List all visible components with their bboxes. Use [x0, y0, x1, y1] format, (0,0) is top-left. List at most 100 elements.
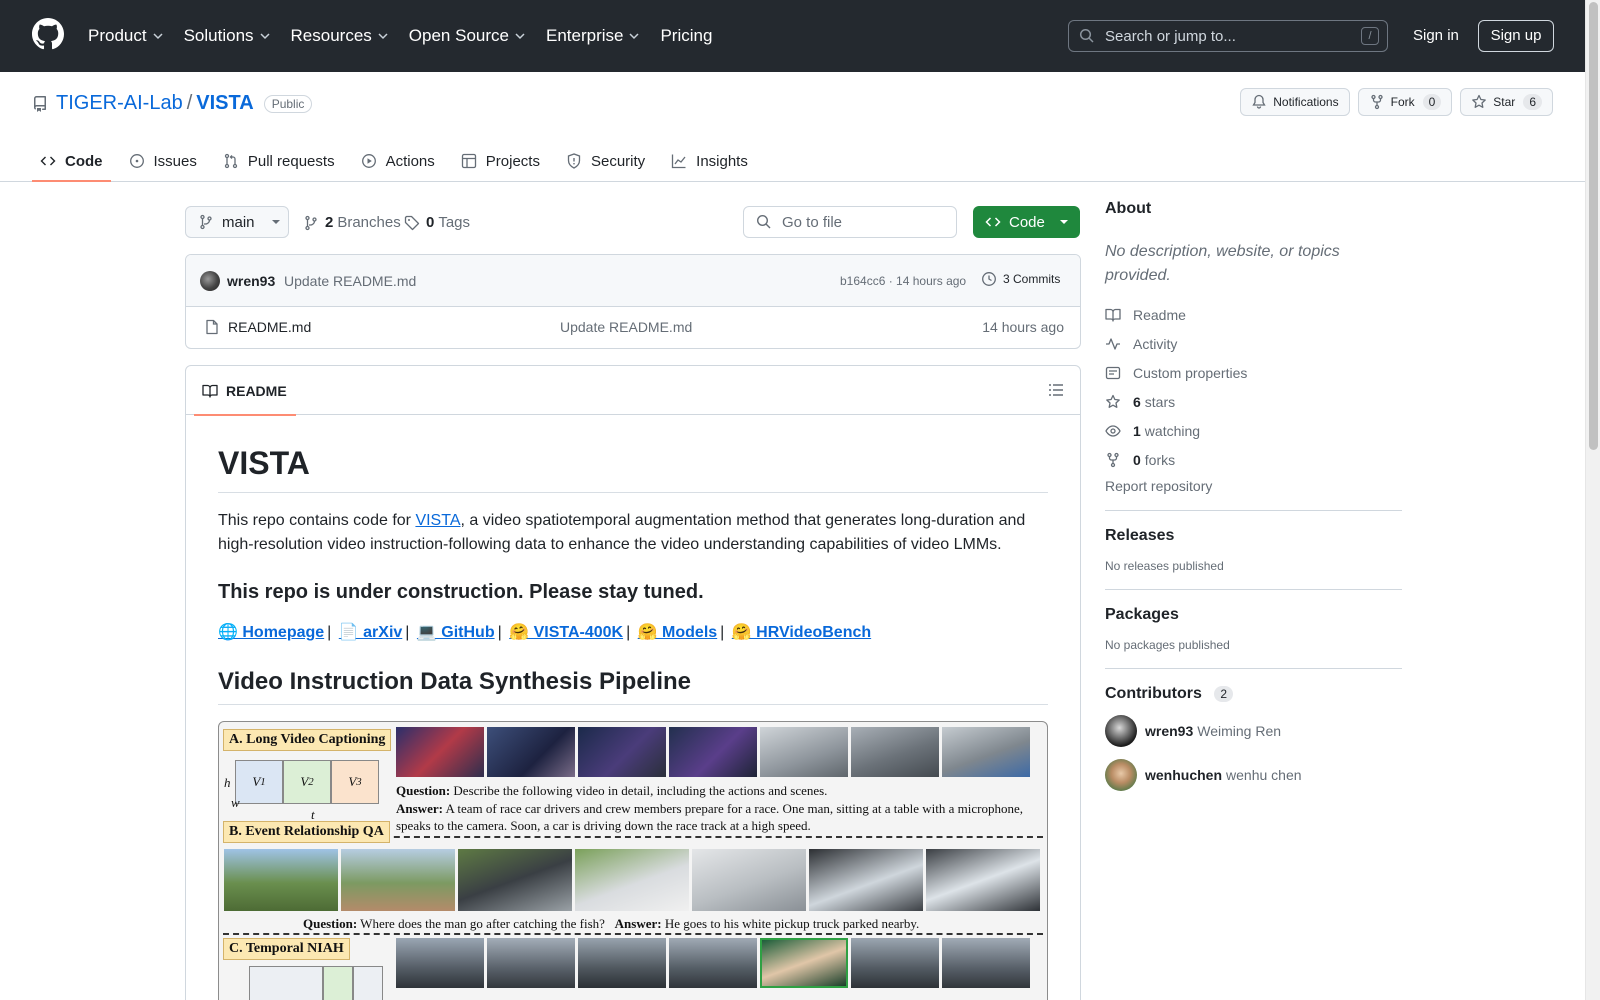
global-search-input[interactable]: Search or jump to... / — [1068, 20, 1388, 52]
nav-pricing-label: Pricing — [660, 26, 713, 45]
commits-link[interactable]: 3 Commits — [981, 271, 1060, 287]
repo-name-link[interactable]: VISTA — [196, 92, 253, 115]
branches-label: Branches — [337, 214, 401, 231]
sign-up-button[interactable]: Sign up — [1478, 20, 1554, 52]
pipeline-figure[interactable]: A. Long Video Captioning V1 V2 V3 h w t … — [218, 721, 1048, 1000]
file-commit-message[interactable]: Update README.md — [560, 319, 692, 335]
readme-tab[interactable]: README — [194, 366, 296, 416]
list-icon[interactable] — [1048, 382, 1064, 398]
readme-content: VISTA This repo contains code for VISTA,… — [186, 445, 1080, 1000]
nav-product[interactable]: Product — [88, 26, 164, 46]
commit-hash-time[interactable]: b164cc6 · 14 hours ago — [840, 274, 966, 288]
history-icon — [982, 272, 996, 286]
nav-resources-label: Resources — [290, 26, 372, 45]
commits-label: 3 Commits — [1003, 272, 1061, 286]
tab-pull-requests[interactable]: Pull requests — [215, 140, 343, 182]
file-name-link[interactable]: README.md — [228, 319, 311, 335]
releases-title[interactable]: Releases — [1105, 527, 1402, 545]
answer-b-text: He goes to his white pickup truck parked… — [661, 916, 920, 931]
tab-code[interactable]: Code — [32, 140, 111, 182]
answer-b-label: Answer: — [614, 916, 662, 931]
readme-link[interactable]: Readme — [1105, 300, 1402, 329]
repo-owner-link[interactable]: TIGER-AI-Lab — [56, 92, 183, 115]
repo-tabs: Code Issues Pull requests Actions Projec… — [32, 140, 766, 182]
vista-link[interactable]: VISTA — [415, 512, 460, 529]
go-to-file-input[interactable]: Go to file — [743, 206, 957, 238]
benchmark-link[interactable]: 🤗 HRVideoBench — [732, 624, 871, 641]
tab-issues[interactable]: Issues — [121, 140, 205, 182]
readme-title: VISTA — [218, 445, 1048, 493]
report-repository-link[interactable]: Report repository — [1105, 478, 1402, 494]
stars-link[interactable]: 6 stars — [1105, 387, 1402, 416]
tags-count: 0 — [426, 214, 435, 231]
avatar[interactable] — [200, 271, 220, 291]
code-dropdown-button[interactable]: Code — [973, 206, 1080, 238]
link-separator: | — [405, 624, 410, 641]
contributors-title[interactable]: Contributors 2 — [1105, 685, 1402, 703]
releases-empty: No releases published — [1105, 559, 1224, 573]
about-title: About — [1105, 200, 1152, 217]
contributor-login: wren93 — [1145, 723, 1194, 739]
video-frame — [341, 849, 455, 911]
repo-header: TIGER-AI-Lab / VISTA Public Notification… — [0, 72, 1585, 182]
contributor-item[interactable]: wenhuchen wenhu chen — [1105, 759, 1402, 791]
cube-v3-sub: 3 — [356, 776, 362, 788]
contributor-login: wenhuchen — [1145, 767, 1223, 783]
book-icon — [1105, 308, 1121, 322]
star-icon — [1106, 394, 1120, 408]
nav-pricing[interactable]: Pricing — [660, 26, 712, 46]
chevron-down-icon — [515, 33, 525, 40]
nav-open-source[interactable]: Open Source — [409, 26, 526, 46]
cube-v3: V3 — [331, 760, 379, 804]
models-link[interactable]: 🤗 Models — [638, 624, 717, 641]
branch-name: main — [222, 213, 255, 231]
github-logo-icon[interactable] — [32, 18, 64, 50]
branch-selector[interactable]: main — [185, 206, 289, 238]
search-icon — [1079, 28, 1094, 43]
tags-link[interactable]: 0 Tags — [404, 214, 470, 231]
video-frame — [396, 727, 484, 777]
activity-link[interactable]: Activity — [1105, 329, 1402, 358]
cube-v2-letter: V — [300, 774, 309, 789]
fork-icon — [1107, 452, 1119, 467]
commit-message-link[interactable]: Update README.md — [284, 273, 416, 289]
notifications-button[interactable]: Notifications — [1240, 88, 1350, 116]
sign-in-link[interactable]: Sign in — [1413, 27, 1459, 44]
eye-icon — [1105, 424, 1121, 437]
contributor-item[interactable]: wren93 Weiming Ren — [1105, 715, 1402, 747]
dataset-link[interactable]: 🤗 VISTA-400K — [509, 624, 623, 641]
intro-text-start: This repo contains code for — [218, 512, 416, 529]
arxiv-link[interactable]: 📄 arXiv — [339, 624, 403, 641]
star-button[interactable]: Star 6 — [1460, 88, 1553, 116]
tab-projects[interactable]: Projects — [453, 140, 548, 182]
table-row[interactable]: README.md Update README.md 14 hours ago — [186, 307, 1080, 348]
stars-count: 6 — [1133, 393, 1141, 410]
nav-resources[interactable]: Resources — [291, 26, 389, 46]
packages-title[interactable]: Packages — [1105, 606, 1402, 624]
needle-frame — [760, 938, 848, 988]
fork-button[interactable]: Fork 0 — [1357, 88, 1453, 116]
github-link[interactable]: 💻 GitHub — [417, 624, 495, 641]
homepage-link[interactable]: 🌐 Homepage — [218, 624, 324, 641]
scrollbar-thumb[interactable] — [1589, 2, 1598, 450]
video-frame — [692, 849, 806, 911]
commit-author-link[interactable]: wren93 — [227, 273, 275, 289]
watching-link[interactable]: 1 watching — [1105, 416, 1402, 445]
forks-link[interactable]: 0 forks — [1105, 445, 1402, 474]
tab-insights[interactable]: Insights — [663, 140, 756, 182]
figure-label-a: A. Long Video Captioning — [223, 729, 392, 751]
page-scrollbar[interactable] — [1585, 0, 1600, 1000]
tab-security[interactable]: Security — [558, 140, 653, 182]
question-a-label: Question: — [396, 783, 451, 798]
branches-link[interactable]: 2 Branches — [303, 214, 401, 231]
tag-icon — [404, 215, 420, 230]
tab-code-label: Code — [65, 152, 103, 170]
contributor-name: Weiming Ren — [1197, 723, 1282, 739]
avatar[interactable] — [1105, 715, 1137, 747]
nav-solutions[interactable]: Solutions — [184, 26, 271, 46]
tab-actions[interactable]: Actions — [353, 140, 443, 182]
nav-enterprise[interactable]: Enterprise — [546, 26, 640, 46]
readme-panel: README VISTA This repo contains code for… — [185, 365, 1081, 1000]
avatar[interactable] — [1105, 759, 1137, 791]
custom-properties-link[interactable]: Custom properties — [1105, 358, 1402, 387]
